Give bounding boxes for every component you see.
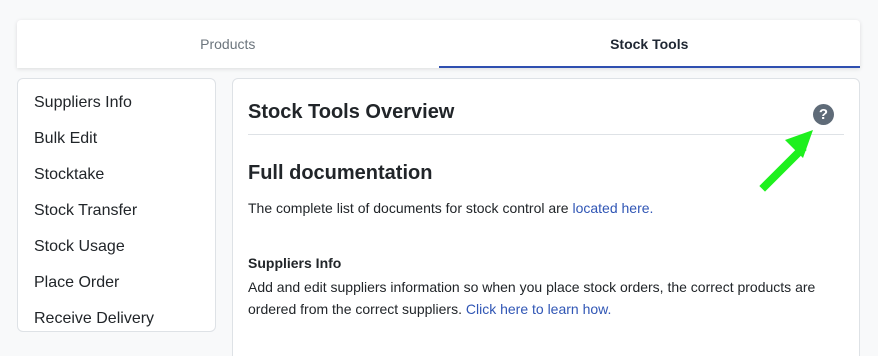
suppliers-link[interactable]: Click here to learn how. [466, 301, 612, 317]
suppliers-heading: Suppliers Info [248, 255, 342, 271]
sidebar-item-stock-transfer[interactable]: Stock Transfer [18, 193, 215, 229]
docs-text: The complete list of documents for stock… [248, 200, 573, 216]
docs-link[interactable]: located here. [572, 200, 653, 216]
sidebar-item-place-order[interactable]: Place Order [18, 265, 215, 301]
suppliers-paragraph: Add and edit suppliers information so wh… [248, 276, 848, 320]
tab-products[interactable]: Products [17, 20, 439, 68]
docs-heading: Full documentation [248, 162, 433, 184]
main-panel: Stock Tools Overview ? Full documentatio… [232, 78, 860, 356]
tab-bar: Products Stock Tools [17, 20, 860, 68]
sidebar: Suppliers Info Bulk Edit Stocktake Stock… [17, 78, 216, 332]
tab-stock-tools-label: Stock Tools [610, 36, 689, 52]
sidebar-item-suppliers-info[interactable]: Suppliers Info [18, 85, 215, 121]
sidebar-item-receive-delivery[interactable]: Receive Delivery [18, 301, 215, 337]
sidebar-item-stocktake[interactable]: Stocktake [18, 157, 215, 193]
tab-stock-tools[interactable]: Stock Tools [438, 20, 861, 68]
docs-paragraph: The complete list of documents for stock… [248, 200, 653, 216]
page-title: Stock Tools Overview [248, 101, 455, 123]
tab-products-label: Products [200, 36, 256, 52]
pointer-arrow-icon [759, 130, 813, 192]
sidebar-item-bulk-edit[interactable]: Bulk Edit [18, 121, 215, 157]
sidebar-item-stock-usage[interactable]: Stock Usage [18, 229, 215, 265]
